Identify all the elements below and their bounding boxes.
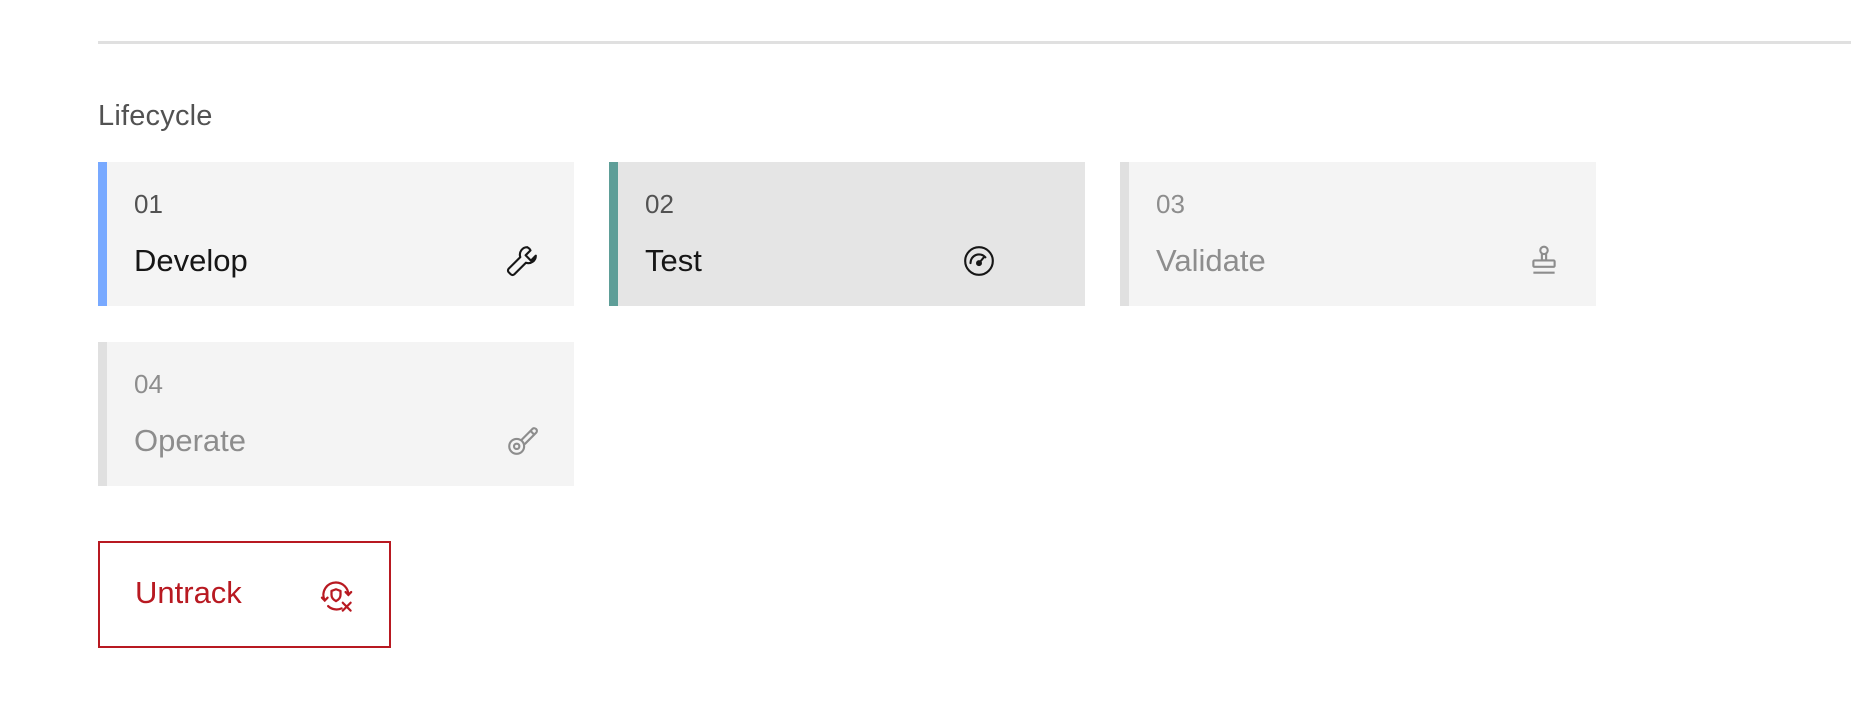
stage-label: Operate: [134, 423, 247, 458]
untrack-button[interactable]: Untrack: [98, 541, 391, 648]
stage-label: Validate: [1156, 243, 1266, 278]
untrack-label: Untrack: [135, 575, 242, 610]
stage-number: 02: [645, 189, 674, 219]
stage-validate[interactable]: 03 Validate: [1120, 162, 1596, 306]
stage-label: Develop: [134, 243, 248, 278]
stage-number: 04: [134, 369, 163, 399]
lifecycle-heading: Lifecycle: [98, 100, 213, 132]
stage-number: 03: [1156, 189, 1185, 219]
stage-develop[interactable]: 01 Develop: [98, 162, 574, 306]
stage-operate[interactable]: 04 Operate: [98, 342, 574, 486]
stage-number: 01: [134, 189, 163, 219]
gauge-icon: [962, 244, 996, 278]
untrack-icon: [318, 578, 354, 614]
stage-test[interactable]: 02 Test: [609, 162, 1085, 306]
stage-label: Test: [645, 243, 702, 278]
wrench-icon: [505, 244, 539, 278]
stamp-icon: [1527, 244, 1561, 278]
lifecycle-panel: Lifecycle 01 Develop 02 Test 03 Validate: [0, 0, 1851, 709]
deploy-icon: [505, 424, 539, 458]
divider: [98, 41, 1851, 44]
